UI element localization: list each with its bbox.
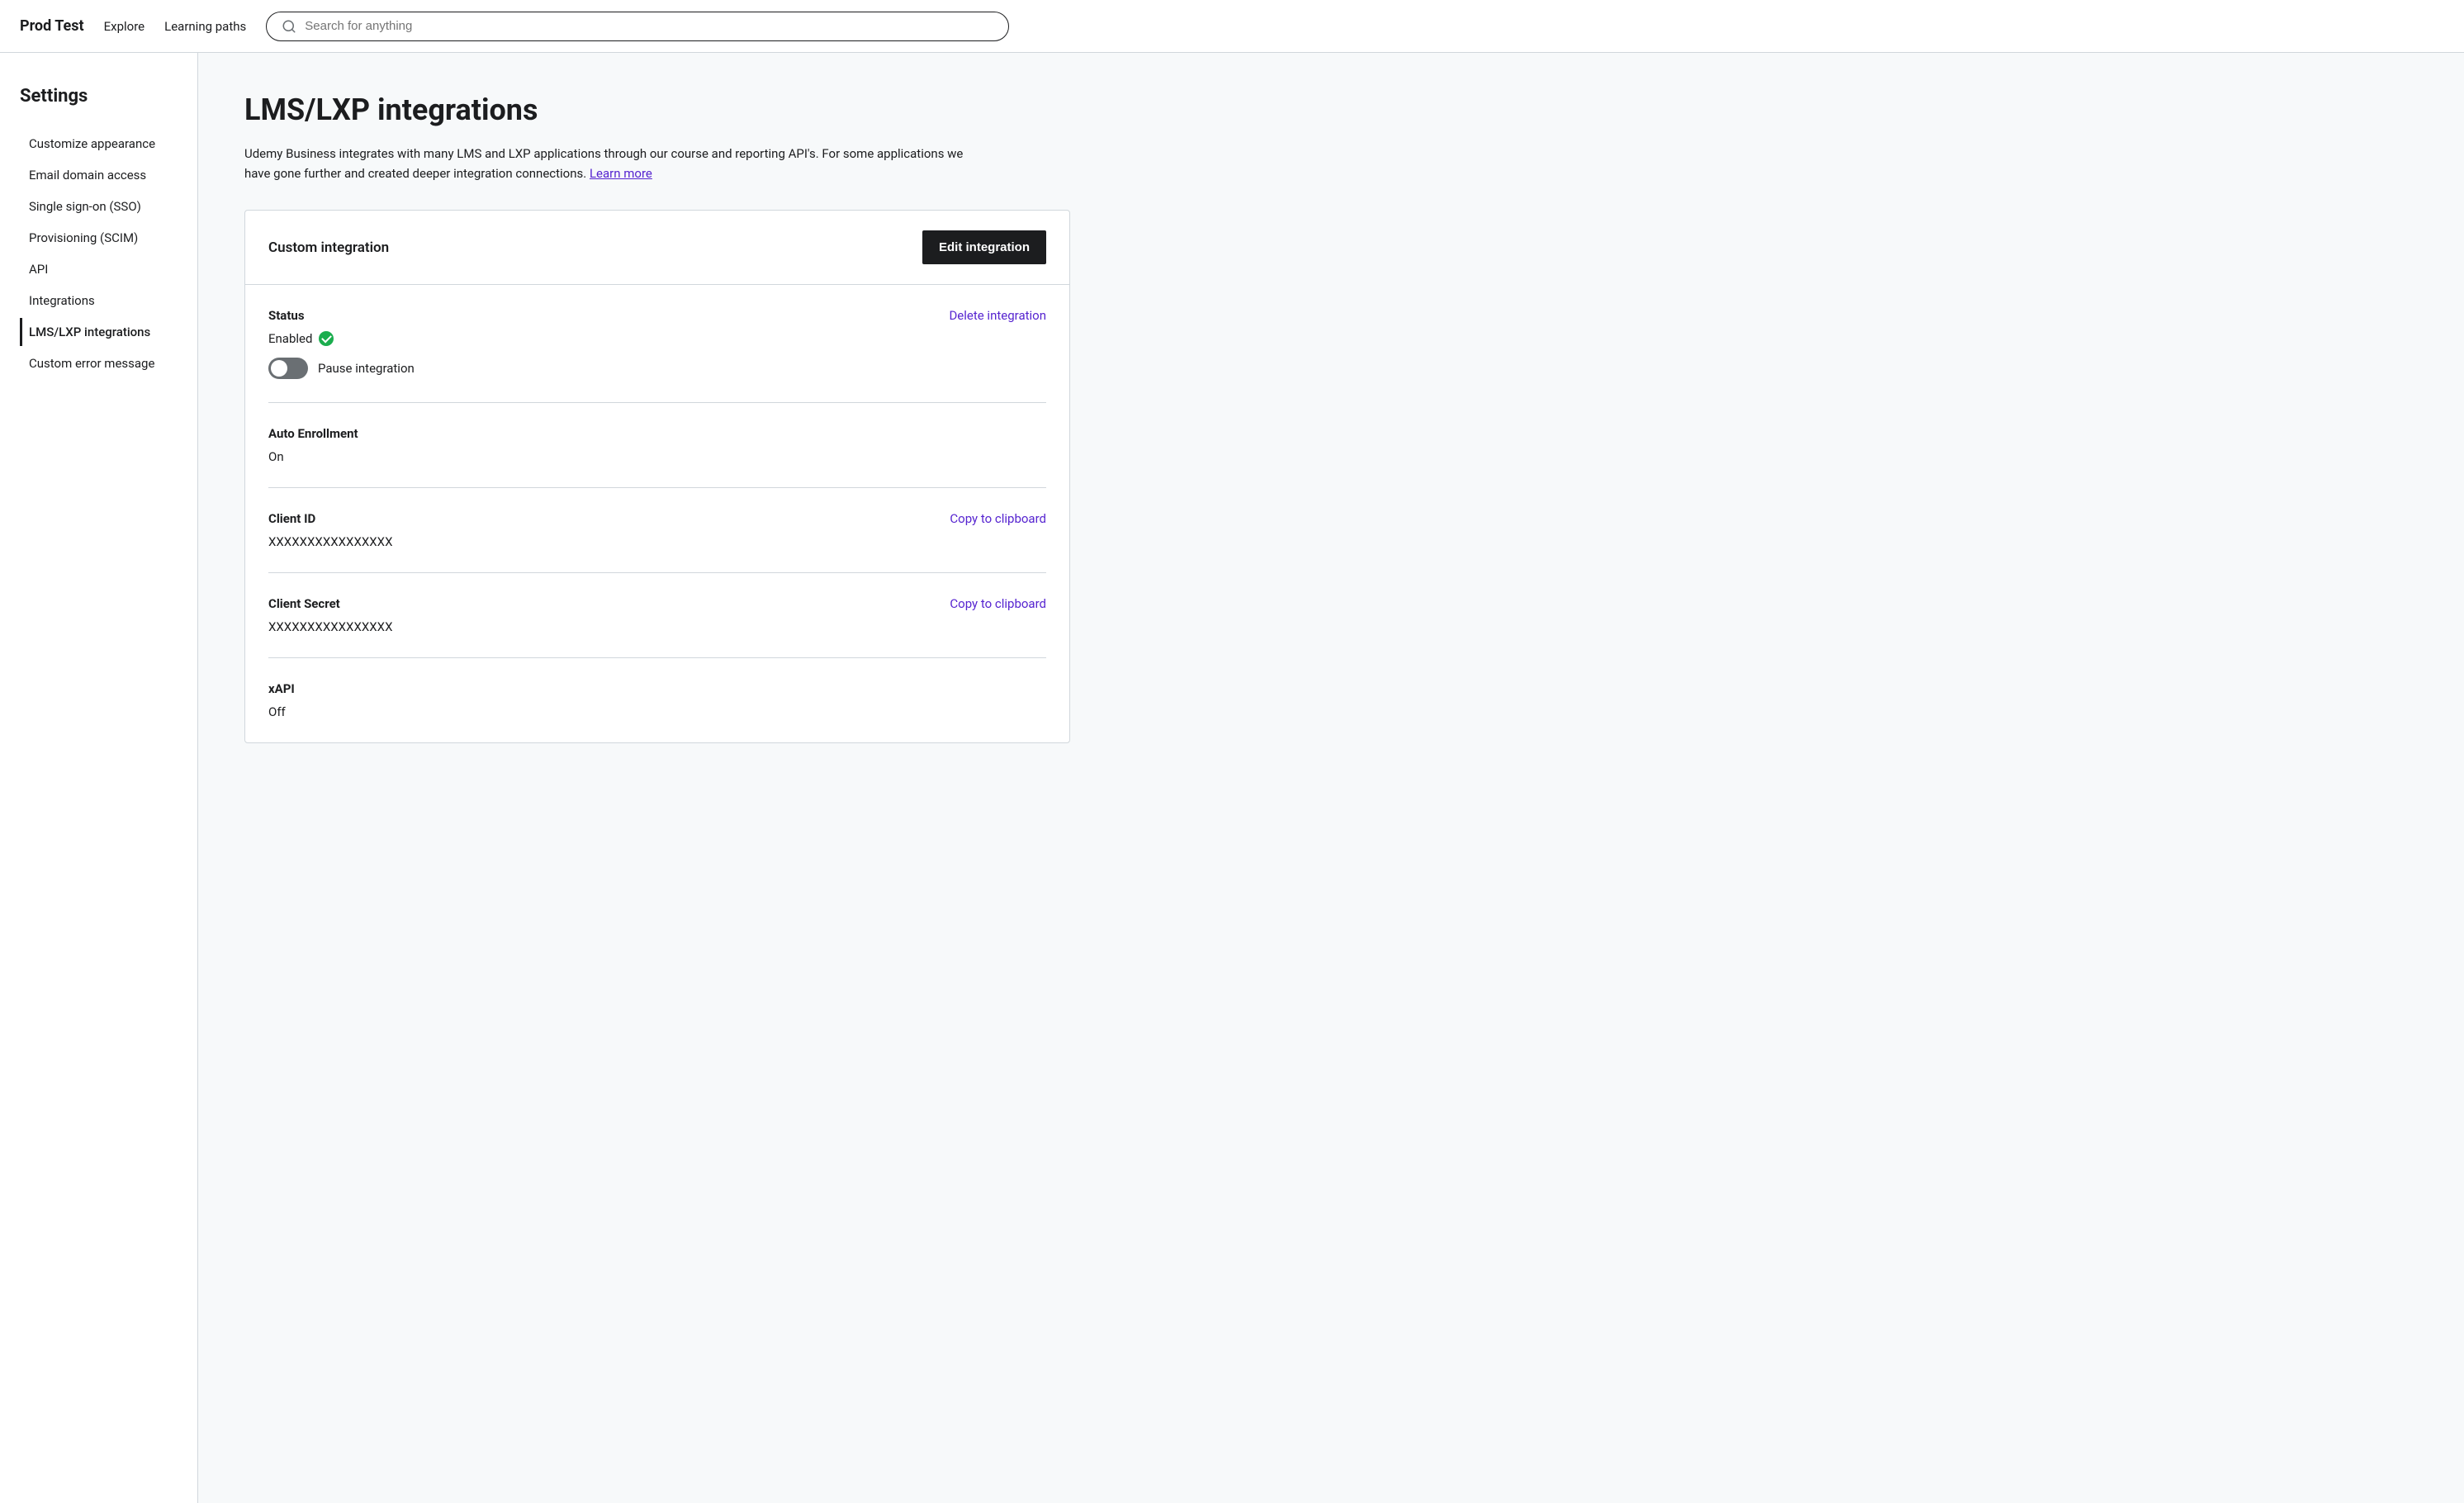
sidebar-item-email-domain[interactable]: Email domain access [20,161,178,189]
sidebar-item-lms-lxp[interactable]: LMS/LXP integrations [20,318,178,346]
status-row: Enabled [268,331,1046,346]
search-input[interactable] [305,19,993,33]
xapi-label: xAPI [268,681,1046,696]
status-section: Status Enabled Pause integration Delete … [268,285,1046,403]
sidebar-item-customize-appearance[interactable]: Customize appearance [20,130,178,158]
client-secret-section: Client Secret XXXXXXXXXXXXXXXX Copy to c… [268,573,1046,658]
client-id-label: Client ID [268,511,1046,526]
auto-enrollment-value: On [268,449,1046,464]
sidebar-item-sso[interactable]: Single sign-on (SSO) [20,192,178,220]
pause-toggle[interactable] [268,358,308,379]
client-id-section: Client ID XXXXXXXXXXXXXXXX Copy to clipb… [268,488,1046,573]
client-secret-value: XXXXXXXXXXXXXXXX [268,619,1046,634]
copy-client-id-link[interactable]: Copy to clipboard [950,511,1046,526]
search-icon [282,19,296,34]
search-bar[interactable] [266,12,1009,41]
sidebar-item-integrations[interactable]: Integrations [20,287,178,315]
client-secret-label: Client Secret [268,596,1046,611]
edit-integration-button[interactable]: Edit integration [922,230,1046,264]
toggle-knob [271,360,287,377]
page-description: Udemy Business integrates with many LMS … [244,144,988,183]
status-enabled-text: Enabled [268,331,312,346]
status-check-icon [319,331,334,346]
sidebar: Settings Customize appearance Email doma… [0,53,198,1503]
xapi-section: xAPI Off [268,658,1046,742]
sidebar-title: Settings [20,86,178,107]
card-title: Custom integration [268,239,389,256]
nav-links: Explore Learning paths [104,19,247,34]
page-title: LMS/LXP integrations [244,92,2418,127]
pause-label: Pause integration [318,361,415,376]
integration-card: Custom integration Edit integration Stat… [244,210,1070,743]
toggle-row: Pause integration [268,358,1046,379]
nav-explore[interactable]: Explore [104,19,145,34]
card-body: Status Enabled Pause integration Delete … [245,285,1069,742]
main-content: LMS/LXP integrations Udemy Business inte… [198,53,2464,1503]
copy-client-secret-link[interactable]: Copy to clipboard [950,596,1046,611]
xapi-value: Off [268,704,1046,719]
client-id-value: XXXXXXXXXXXXXXXX [268,534,1046,549]
page-layout: Settings Customize appearance Email doma… [0,53,2464,1503]
card-header: Custom integration Edit integration [245,211,1069,285]
auto-enrollment-section: Auto Enrollment On [268,403,1046,488]
auto-enrollment-label: Auto Enrollment [268,426,1046,441]
learn-more-link[interactable]: Learn more [590,166,652,181]
sidebar-item-provisioning[interactable]: Provisioning (SCIM) [20,224,178,252]
delete-integration-link[interactable]: Delete integration [949,308,1046,323]
nav-learning-paths[interactable]: Learning paths [164,19,246,34]
brand-logo[interactable]: Prod Test [20,17,84,35]
sidebar-item-api[interactable]: API [20,255,178,283]
top-nav: Prod Test Explore Learning paths [0,0,2464,53]
status-label: Status [268,308,1046,323]
sidebar-nav: Customize appearance Email domain access… [20,130,178,377]
sidebar-item-custom-error[interactable]: Custom error message [20,349,178,377]
